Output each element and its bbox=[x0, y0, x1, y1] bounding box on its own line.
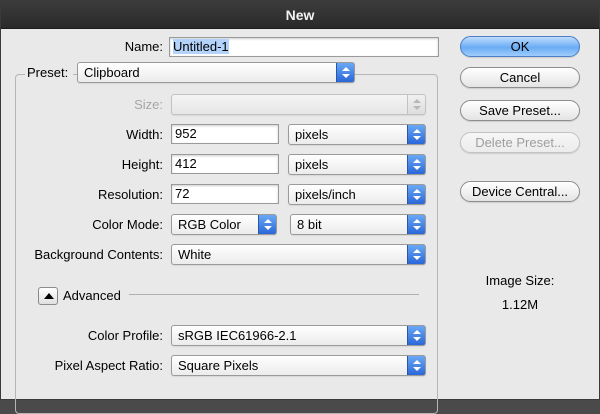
preset-value: Clipboard bbox=[84, 65, 140, 80]
size-label: Size: bbox=[134, 97, 163, 112]
dialog-body: Name: Untitled-1 Preset: Clipboard Size:… bbox=[1, 30, 599, 414]
up-down-arrows-icon bbox=[336, 63, 354, 82]
resolution-unit-value: pixels/inch bbox=[295, 187, 356, 202]
bit-depth-select[interactable]: 8 bit bbox=[290, 214, 426, 235]
height-input[interactable]: 412 bbox=[171, 154, 279, 174]
resolution-input[interactable]: 72 bbox=[171, 184, 279, 204]
color-profile-select[interactable]: sRGB IEC61966-2.1 bbox=[171, 325, 426, 346]
advanced-label: Advanced bbox=[63, 288, 121, 303]
up-down-arrows-icon bbox=[407, 215, 425, 234]
color-profile-value: sRGB IEC61966-2.1 bbox=[178, 328, 297, 343]
advanced-toggle-button[interactable] bbox=[38, 287, 58, 305]
up-down-arrows-icon bbox=[407, 185, 425, 204]
preset-label: Preset: bbox=[25, 63, 73, 83]
pixel-aspect-ratio-label: Pixel Aspect Ratio: bbox=[54, 358, 163, 373]
height-unit-value: pixels bbox=[295, 157, 329, 172]
name-input[interactable]: Untitled-1 bbox=[169, 37, 439, 57]
name-label: Name: bbox=[124, 39, 163, 54]
device-central-button[interactable]: Device Central... bbox=[460, 181, 580, 202]
height-label: Height: bbox=[121, 157, 163, 172]
image-size-label: Image Size: bbox=[485, 273, 555, 288]
preset-select[interactable]: Clipboard bbox=[77, 62, 355, 83]
up-down-arrows-icon bbox=[407, 155, 425, 174]
resolution-label: Resolution: bbox=[97, 187, 163, 202]
size-select bbox=[171, 94, 426, 115]
background-contents-value: White bbox=[178, 247, 212, 262]
advanced-divider bbox=[129, 294, 419, 295]
width-label: Width: bbox=[126, 127, 163, 142]
new-document-dialog: New Name: Untitled-1 Preset: Clipboard S… bbox=[0, 0, 600, 414]
pixel-aspect-ratio-value: Square Pixels bbox=[178, 358, 259, 373]
disclosure-triangle-icon bbox=[44, 293, 54, 299]
bit-depth-value: 8 bit bbox=[297, 217, 322, 232]
color-mode-value: RGB Color bbox=[178, 217, 241, 232]
background-contents-select[interactable]: White bbox=[171, 244, 426, 265]
resolution-unit-select[interactable]: pixels/inch bbox=[288, 184, 426, 205]
save-preset-button[interactable]: Save Preset... bbox=[460, 100, 580, 121]
up-down-arrows-icon bbox=[407, 125, 425, 144]
up-down-arrows-icon bbox=[258, 215, 276, 234]
color-profile-label: Color Profile: bbox=[87, 328, 163, 343]
color-mode-label: Color Mode: bbox=[92, 217, 163, 232]
pixel-aspect-ratio-select[interactable]: Square Pixels bbox=[171, 355, 426, 376]
height-unit-select[interactable]: pixels bbox=[288, 154, 426, 175]
background-contents-label: Background Contents: bbox=[34, 247, 163, 262]
ok-button[interactable]: OK bbox=[460, 36, 580, 57]
up-down-arrows-icon bbox=[407, 245, 425, 264]
up-down-arrows-icon bbox=[407, 356, 425, 375]
name-value: Untitled-1 bbox=[173, 39, 229, 54]
delete-preset-button: Delete Preset... bbox=[460, 132, 580, 153]
up-down-arrows-icon bbox=[407, 326, 425, 345]
up-down-arrows-icon bbox=[407, 95, 425, 114]
color-mode-select[interactable]: RGB Color bbox=[171, 214, 277, 235]
width-input[interactable]: 952 bbox=[171, 124, 279, 144]
dialog-title: New bbox=[1, 1, 599, 29]
width-unit-select[interactable]: pixels bbox=[288, 124, 426, 145]
width-unit-value: pixels bbox=[295, 127, 329, 142]
image-size-value: 1.12M bbox=[501, 297, 539, 312]
cancel-button[interactable]: Cancel bbox=[460, 67, 580, 88]
